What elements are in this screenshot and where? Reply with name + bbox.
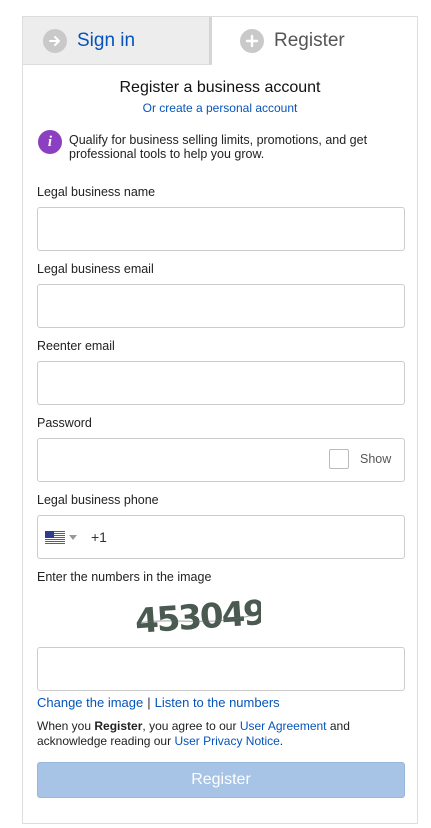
- captcha-label: Enter the numbers in the image: [37, 570, 212, 584]
- legal-suffix: .: [279, 734, 284, 748]
- tab-register[interactable]: Register: [212, 17, 417, 65]
- phone-country-code: +1: [91, 529, 107, 545]
- legal-prefix: When you: [37, 719, 95, 733]
- page-title: Register a business account: [119, 79, 321, 96]
- info-icon: i: [38, 130, 62, 154]
- personal-account-link[interactable]: Or create a personal account: [23, 101, 417, 115]
- show-password-checkbox[interactable]: [329, 449, 349, 469]
- show-password-toggle[interactable]: Show: [329, 449, 391, 469]
- legal-register-bold: Register: [94, 719, 143, 733]
- captcha-links: Change the image | Listen to the numbers: [37, 695, 280, 710]
- info-message: Qualify for business selling limits, pro…: [69, 133, 368, 161]
- tab-register-label: Register: [274, 30, 345, 51]
- arrow-right-icon: [43, 28, 67, 53]
- user-agreement-link[interactable]: User Agreement: [240, 719, 327, 733]
- captcha-image: 453049: [134, 593, 261, 639]
- register-button[interactable]: Register: [37, 762, 405, 798]
- captcha-text: 453049: [134, 593, 261, 639]
- plus-icon: [240, 29, 264, 53]
- legal-notice: When you Register, you agree to our User…: [37, 719, 407, 749]
- show-password-label: Show: [360, 452, 392, 466]
- country-code-select[interactable]: [45, 531, 77, 544]
- reenter-email-input[interactable]: [37, 361, 405, 405]
- business-name-input[interactable]: [37, 207, 405, 251]
- listen-numbers-link[interactable]: Listen to the numbers: [155, 695, 280, 710]
- phone-label: Legal business phone: [37, 493, 159, 507]
- auth-tabs: Sign in Register: [23, 17, 417, 65]
- captcha-link-separator: |: [147, 695, 151, 710]
- business-name-label: Legal business name: [37, 185, 156, 199]
- tab-sign-in[interactable]: Sign in: [23, 17, 212, 65]
- password-label: Password: [37, 416, 92, 430]
- captcha-input[interactable]: [37, 647, 405, 691]
- phone-field: +1: [37, 515, 405, 559]
- chevron-down-icon: [69, 535, 77, 540]
- registration-panel: Sign in Register Register a business acc…: [22, 16, 418, 824]
- reenter-email-label: Reenter email: [37, 339, 115, 353]
- tab-sign-in-label: Sign in: [77, 29, 136, 51]
- business-email-input[interactable]: [37, 284, 405, 328]
- privacy-notice-link[interactable]: User Privacy Notice: [174, 734, 279, 748]
- change-image-link[interactable]: Change the image: [37, 695, 143, 710]
- business-email-label: Legal business email: [37, 262, 154, 276]
- legal-middle: , you agree to our: [142, 719, 240, 733]
- us-flag-icon: [45, 531, 65, 544]
